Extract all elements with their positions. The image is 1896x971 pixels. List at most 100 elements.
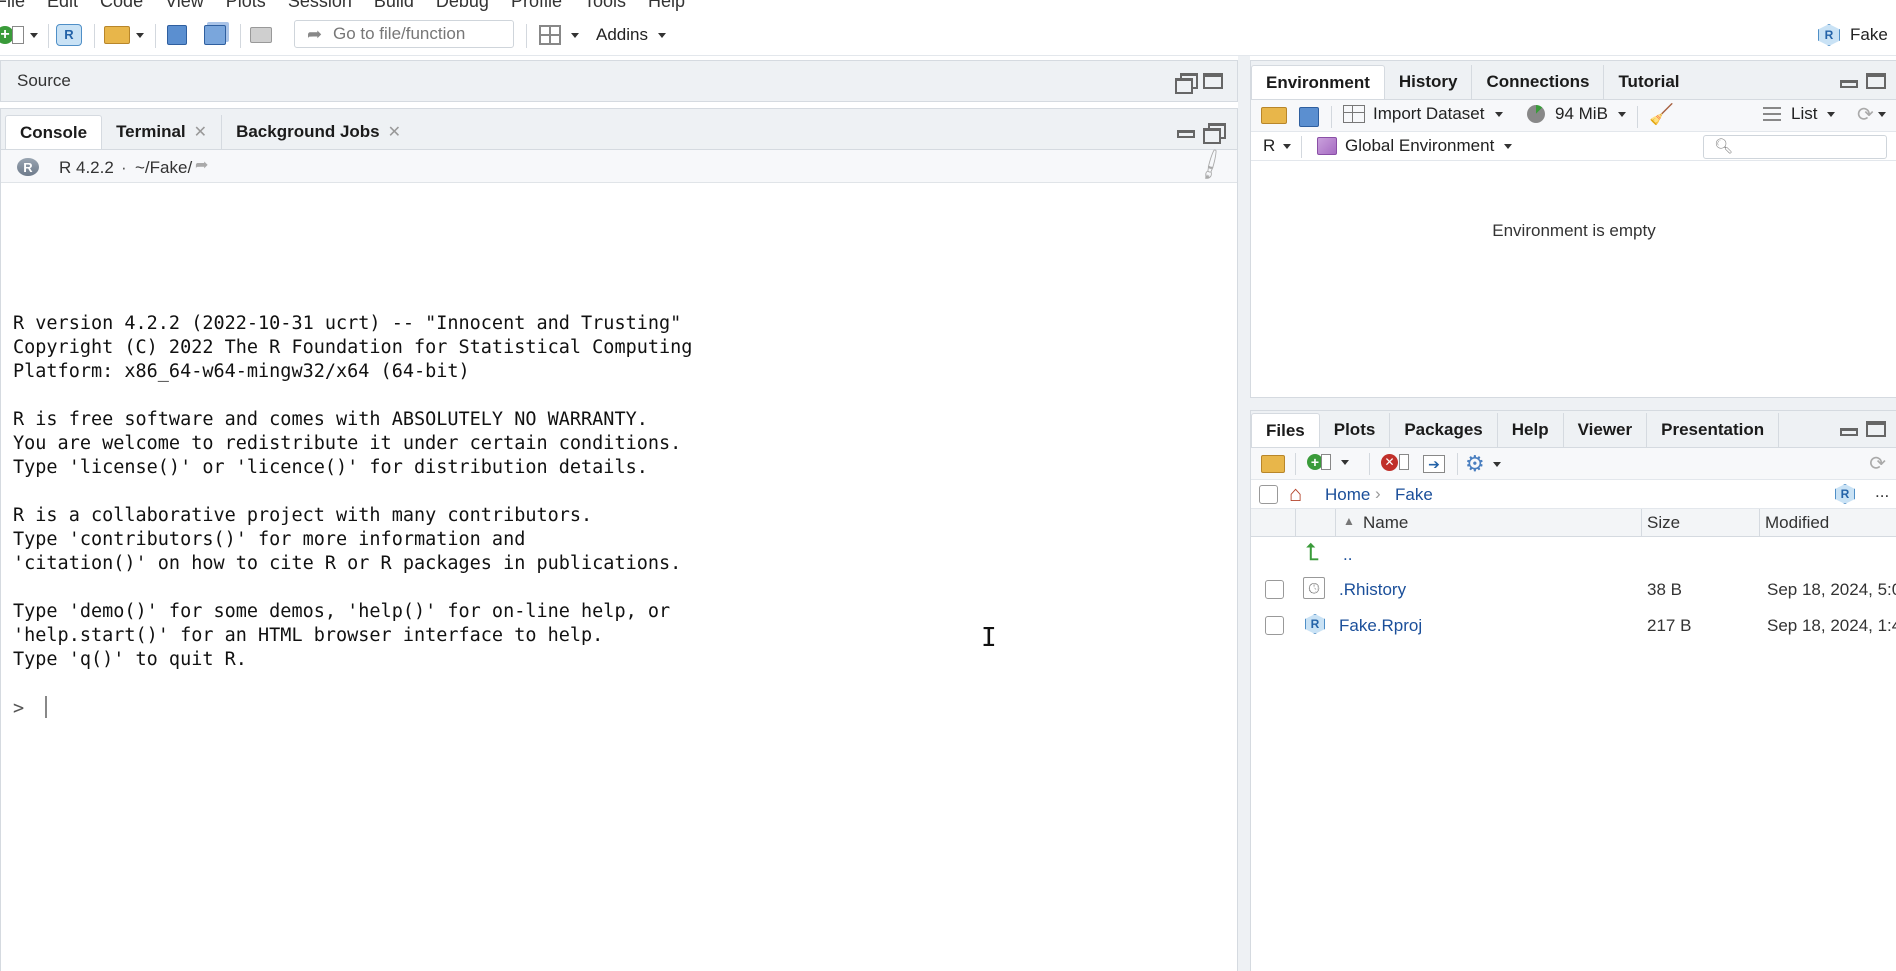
mouse-ibeam-cursor: I xyxy=(981,623,997,653)
save-all-icon xyxy=(204,25,226,45)
chevron-down-icon xyxy=(1617,111,1626,117)
text-cursor xyxy=(45,696,48,718)
table-row[interactable]: 🕓︎ .Rhistory 38 B Sep 18, 2024, 5:0 xyxy=(1251,571,1896,607)
delete-icon[interactable]: ✕ xyxy=(1381,454,1398,471)
tab-help[interactable]: Help xyxy=(1496,413,1563,447)
new-project-button[interactable]: R xyxy=(56,22,82,48)
menu-edit[interactable]: Edit xyxy=(47,0,78,12)
save-workspace-icon[interactable] xyxy=(1299,107,1319,127)
menu-view[interactable]: View xyxy=(165,0,204,12)
menu-profile[interactable]: Profile xyxy=(511,0,562,12)
restore-pane-icon[interactable] xyxy=(1175,73,1198,94)
load-workspace-icon[interactable] xyxy=(1261,107,1287,124)
clear-console-icon[interactable]: 🖌 xyxy=(1192,147,1229,183)
environment-search-input[interactable]: 🔍︎ xyxy=(1703,135,1887,159)
environment-scope-select[interactable]: Global Environment xyxy=(1317,136,1513,156)
new-blank-file-button[interactable]: + xyxy=(1307,454,1349,470)
files-table-header: ▲ Name Size Modified xyxy=(1251,509,1896,537)
tab-plots[interactable]: Plots xyxy=(1320,413,1390,447)
parent-directory-row[interactable]: ⮤ .. xyxy=(1251,537,1896,571)
menu-debug[interactable]: Debug xyxy=(436,0,489,12)
goto-file-input[interactable]: ➦ Go to file/function xyxy=(294,20,514,48)
r-version-label: R 4.2.2 xyxy=(59,158,114,177)
home-icon[interactable]: ⌂ xyxy=(1289,481,1302,507)
rename-icon[interactable]: ➔ xyxy=(1423,455,1445,473)
tab-background-jobs[interactable]: Background Jobs ✕ xyxy=(221,115,415,149)
chevron-down-icon xyxy=(571,32,579,38)
tab-history[interactable]: History xyxy=(1385,65,1472,99)
console-prompt[interactable]: > xyxy=(13,696,48,719)
row-checkbox[interactable] xyxy=(1265,580,1284,599)
project-icon: R xyxy=(1818,24,1840,46)
maximize-pane-icon[interactable] xyxy=(1866,73,1886,89)
menu-build[interactable]: Build xyxy=(374,0,414,12)
layout-button[interactable] xyxy=(539,22,579,48)
column-name[interactable]: Name xyxy=(1363,513,1408,533)
table-row[interactable]: R Fake.Rproj 217 B Sep 18, 2024, 1:4 xyxy=(1251,607,1896,643)
open-file-button[interactable] xyxy=(104,22,144,48)
restore-pane-icon[interactable] xyxy=(1203,123,1226,144)
files-toolbar: + ✕ ➔ ⚙ ⟳ xyxy=(1251,447,1896,479)
new-file-button[interactable]: + xyxy=(0,22,38,48)
column-modified[interactable]: Modified xyxy=(1765,513,1829,533)
parent-directory-link[interactable]: .. xyxy=(1343,545,1352,565)
file-size: 38 B xyxy=(1647,580,1682,599)
refresh-button[interactable]: ⟳ xyxy=(1857,102,1886,127)
maximize-pane-icon[interactable] xyxy=(1203,73,1223,89)
tab-tutorial[interactable]: Tutorial xyxy=(1603,65,1693,99)
save-all-button[interactable] xyxy=(204,22,226,48)
file-size: 217 B xyxy=(1647,616,1692,635)
tab-packages[interactable]: Packages xyxy=(1389,413,1496,447)
breadcrumb-fake[interactable]: Fake xyxy=(1395,485,1433,505)
menu-file[interactable]: File xyxy=(0,0,25,12)
tab-presentation[interactable]: Presentation xyxy=(1646,413,1780,447)
tab-environment[interactable]: Environment xyxy=(1251,65,1385,99)
search-icon: 🔍︎ xyxy=(1714,138,1734,155)
tab-files[interactable]: Files xyxy=(1251,413,1320,447)
save-button[interactable] xyxy=(167,22,187,48)
minimize-pane-icon[interactable] xyxy=(1840,80,1858,88)
row-checkbox[interactable] xyxy=(1265,616,1284,635)
menu-session[interactable]: Session xyxy=(288,0,352,12)
file-name[interactable]: .Rhistory xyxy=(1339,580,1406,600)
main-toolbar: + R ➦ Go to file/function Addins R Fake xyxy=(0,14,1896,56)
close-icon[interactable]: ✕ xyxy=(194,122,207,142)
close-icon[interactable]: ✕ xyxy=(388,122,401,142)
minimize-pane-icon[interactable] xyxy=(1840,428,1858,436)
environment-icon xyxy=(1317,137,1337,155)
more-options[interactable]: ... xyxy=(1875,482,1889,502)
breadcrumb-home[interactable]: Home xyxy=(1325,485,1370,505)
broom-icon[interactable]: 🧹 xyxy=(1649,102,1674,127)
menu-help[interactable]: Help xyxy=(648,0,685,12)
new-folder-icon[interactable] xyxy=(1261,455,1285,473)
go-to-dir-icon[interactable]: ➦ xyxy=(195,155,208,175)
addins-button[interactable]: Addins xyxy=(596,22,666,48)
chevron-down-icon xyxy=(1504,143,1513,149)
view-mode-button[interactable]: List xyxy=(1763,104,1836,124)
console-output: R version 4.2.2 (2022-10-31 ucrt) -- "In… xyxy=(13,313,693,670)
file-name[interactable]: Fake.Rproj xyxy=(1339,616,1422,636)
column-size[interactable]: Size xyxy=(1647,513,1680,533)
maximize-pane-icon[interactable] xyxy=(1866,421,1886,437)
project-menu-button[interactable]: R Fake xyxy=(1818,22,1896,48)
menu-plots[interactable]: Plots xyxy=(226,0,266,12)
tab-viewer[interactable]: Viewer xyxy=(1562,413,1647,447)
source-pane: Source xyxy=(0,60,1238,102)
console-header: R R 4.2.2 · ~/Fake/ ➦ 🖌 xyxy=(1,147,1237,183)
chevron-down-icon xyxy=(30,32,38,38)
console-pane: Console Terminal ✕ Background Jobs ✕ R R 4… xyxy=(0,108,1238,971)
tab-console[interactable]: Console xyxy=(5,115,103,149)
language-select[interactable]: R xyxy=(1263,136,1292,156)
tab-connections[interactable]: Connections xyxy=(1471,65,1603,99)
chevron-down-icon xyxy=(1341,459,1349,465)
refresh-icon[interactable]: ⟳ xyxy=(1869,451,1886,476)
tab-terminal[interactable]: Terminal ✕ xyxy=(102,115,221,149)
print-button[interactable] xyxy=(250,22,272,48)
select-all-checkbox[interactable] xyxy=(1259,485,1278,504)
memory-usage-button[interactable]: 94 MiB xyxy=(1527,104,1626,124)
more-actions-button[interactable]: ⚙ xyxy=(1465,451,1501,477)
menu-code[interactable]: Code xyxy=(100,0,143,12)
import-dataset-button[interactable]: Import Dataset xyxy=(1343,104,1503,124)
minimize-pane-icon[interactable] xyxy=(1177,130,1195,138)
menu-tools[interactable]: Tools xyxy=(584,0,626,12)
